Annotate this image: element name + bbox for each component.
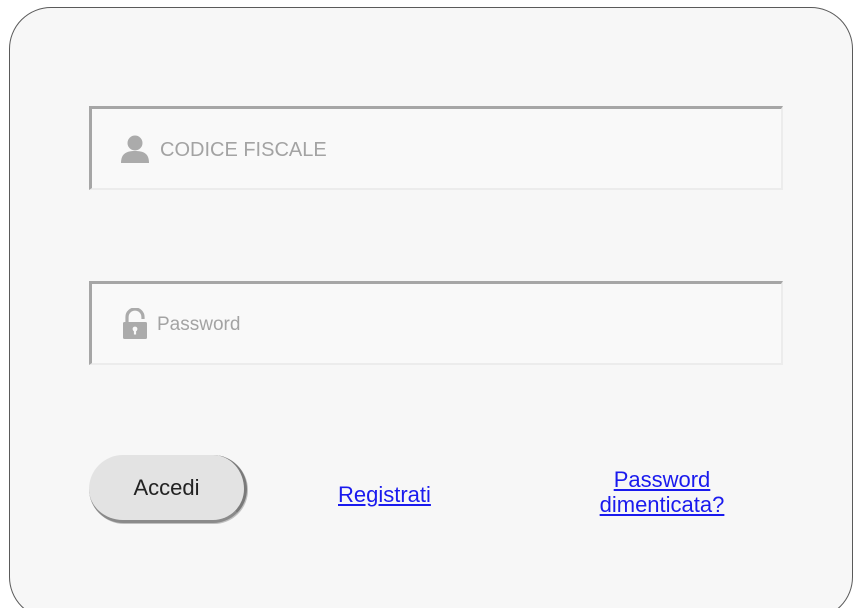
codice-fiscale-placeholder: CODICE FISCALE	[160, 139, 327, 161]
password-dimenticata-line1: Password	[613, 467, 711, 492]
codice-fiscale-field[interactable]: CODICE FISCALE	[89, 106, 783, 190]
password-dimenticata-line2: dimenticata?	[599, 492, 725, 517]
password-field[interactable]: Password	[89, 281, 783, 365]
password-dimenticata-link[interactable]: Password dimenticata?	[570, 467, 754, 517]
accedi-button[interactable]: Accedi	[89, 455, 247, 523]
user-icon	[119, 133, 151, 165]
lock-icon	[119, 307, 151, 340]
password-placeholder: Password	[157, 313, 241, 335]
registrati-link[interactable]: Registrati	[338, 482, 431, 508]
